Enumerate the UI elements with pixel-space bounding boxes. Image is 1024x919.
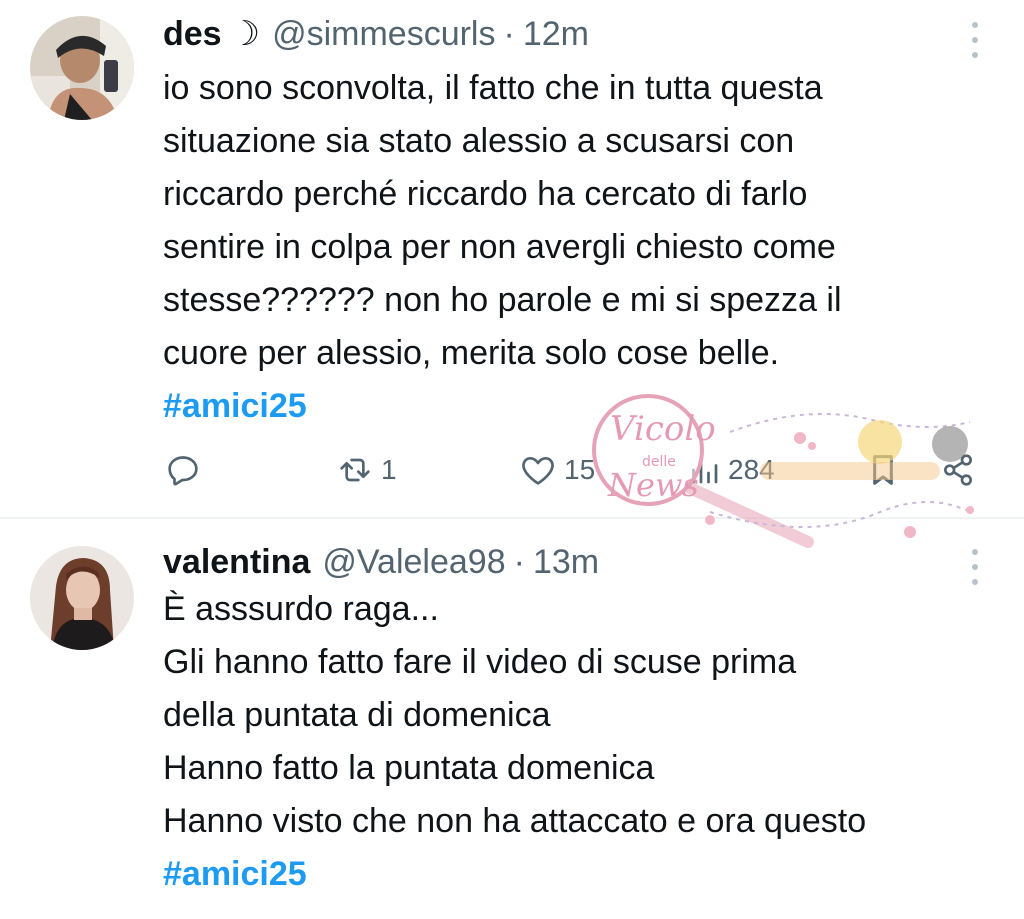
user-handle[interactable]: @simmescurls bbox=[272, 12, 495, 56]
tweet-line: Hanno visto che non ha attaccato e ora q… bbox=[163, 802, 867, 840]
user-handle[interactable]: @Valelea98 bbox=[322, 540, 505, 584]
tweet-line: Gli hanno fatto fare il video di scuse p… bbox=[163, 643, 797, 681]
tweet-line: situazione sia stato alessio a scusarsi … bbox=[163, 122, 795, 160]
tweet-line: io sono sconvolta, il fatto che in tutta… bbox=[163, 69, 823, 107]
tweet[interactable]: des ☽ @simmescurls · 12m io sono sconvol… bbox=[0, 0, 1024, 518]
reply-button[interactable] bbox=[163, 448, 203, 492]
tweet-feed: des ☽ @simmescurls · 12m io sono sconvol… bbox=[0, 0, 1024, 919]
tweet-header: valentina @Valelea98 · 13m bbox=[163, 540, 964, 584]
avatar[interactable] bbox=[30, 546, 134, 650]
reply-icon bbox=[168, 456, 198, 486]
tweet-line: riccardo perché riccardo ha cercato di f… bbox=[163, 175, 808, 213]
hashtag-link[interactable]: #amici25 bbox=[163, 848, 1004, 901]
tweet[interactable]: valentina @Valelea98 · 13m È asssurdo ra… bbox=[0, 519, 1024, 919]
avatar-image bbox=[30, 16, 134, 120]
retweet-count: 1 bbox=[381, 454, 397, 485]
retweet-icon bbox=[340, 458, 370, 482]
tweet-text: È asssurdo raga... Gli hanno fatto fare … bbox=[163, 583, 1004, 901]
share-icon bbox=[944, 454, 972, 486]
share-button[interactable] bbox=[938, 448, 978, 492]
moon-icon: ☽ bbox=[229, 15, 261, 53]
heart-icon bbox=[522, 457, 554, 485]
more-options-icon[interactable] bbox=[970, 549, 980, 585]
view-count: 284 bbox=[728, 454, 775, 485]
timestamp[interactable]: 12m bbox=[523, 12, 589, 56]
views-button[interactable]: 284 bbox=[686, 448, 775, 492]
more-options-icon[interactable] bbox=[970, 22, 980, 58]
tweet-line: Hanno fatto la puntata domenica bbox=[163, 749, 655, 787]
views-icon bbox=[692, 459, 718, 484]
avatar-image bbox=[30, 546, 134, 650]
tweet-header: des ☽ @simmescurls · 12m bbox=[163, 12, 964, 56]
bookmark-button[interactable] bbox=[863, 448, 903, 492]
tweet-line: stesse?????? non ho parole e mi si spezz… bbox=[163, 281, 842, 319]
like-button[interactable]: 15 bbox=[518, 448, 595, 492]
display-name[interactable]: des bbox=[163, 12, 222, 56]
display-name[interactable]: valentina bbox=[163, 540, 310, 584]
separator-dot: · bbox=[503, 15, 515, 53]
tweet-actions: 1 15 284 bbox=[163, 448, 983, 492]
timestamp[interactable]: 13m bbox=[533, 540, 599, 584]
hashtag-link[interactable]: #amici25 bbox=[163, 380, 1004, 433]
tweet-text: io sono sconvolta, il fatto che in tutta… bbox=[163, 62, 1004, 433]
tweet-line: sentire in colpa per non avergli chiesto… bbox=[163, 228, 836, 266]
bookmark-icon bbox=[873, 455, 893, 485]
like-count: 15 bbox=[564, 454, 596, 485]
avatar[interactable] bbox=[30, 16, 134, 120]
tweet-line: cuore per alessio, merita solo cose bell… bbox=[163, 334, 780, 372]
separator-dot: · bbox=[513, 543, 525, 581]
retweet-button[interactable]: 1 bbox=[335, 448, 397, 492]
tweet-line: della puntata di domenica bbox=[163, 696, 551, 734]
tweet-line: È asssurdo raga... bbox=[163, 590, 439, 628]
